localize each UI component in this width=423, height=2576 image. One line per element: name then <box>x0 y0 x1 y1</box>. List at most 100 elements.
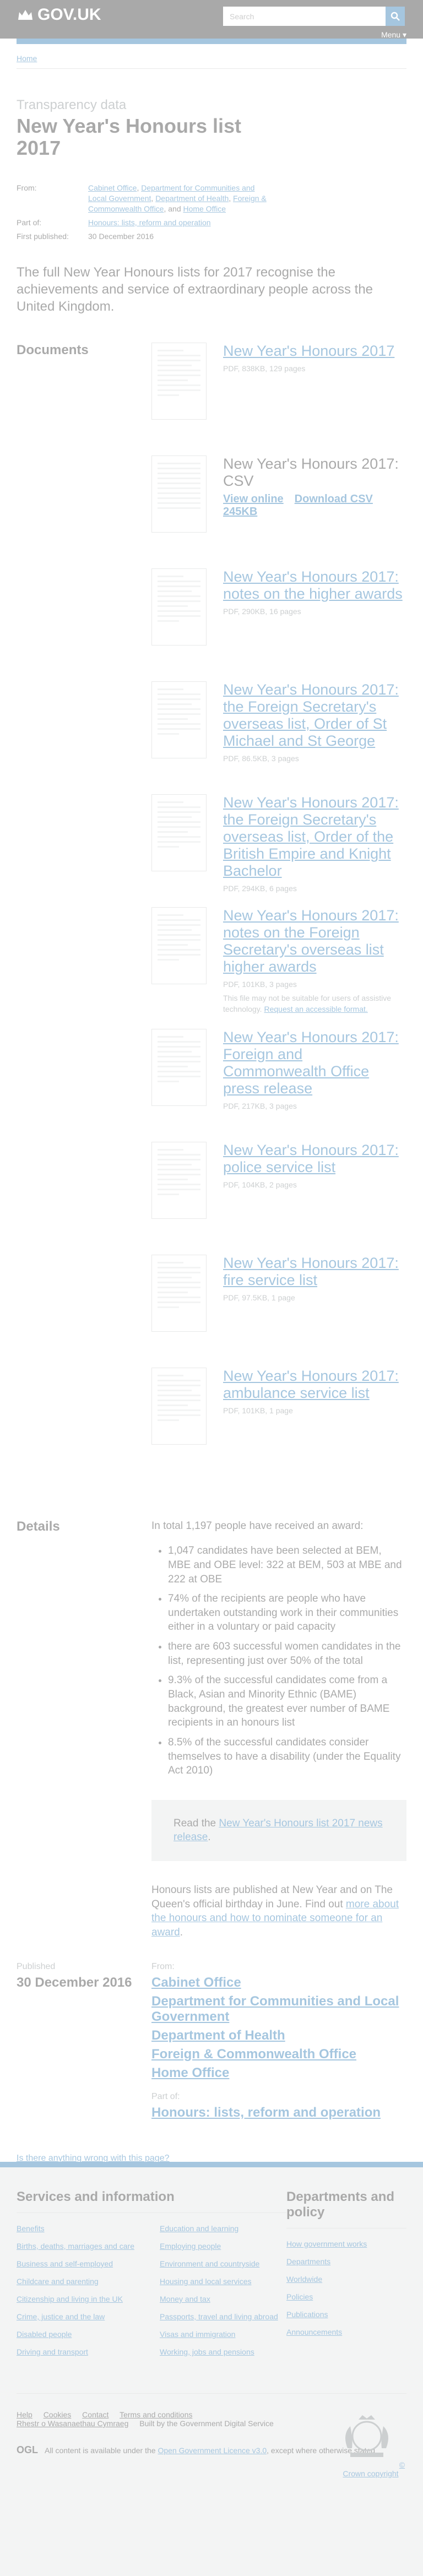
meta-from-orgs: Cabinet Office, Department for Communiti… <box>88 183 267 213</box>
footer-link[interactable]: Driving and transport <box>17 2347 143 2356</box>
footer-link[interactable]: Citizenship and living in the UK <box>17 2295 143 2303</box>
document-title-link[interactable]: New Year's Honours 2017: Foreign and Com… <box>223 1029 406 1097</box>
document-title: New Year's Honours 2017: CSV <box>223 455 399 490</box>
callout-prefix: Read the <box>173 1817 216 1829</box>
list-item: 1,047 candidates have been selected at B… <box>168 1544 406 1586</box>
footer-link[interactable]: Education and learning <box>160 2224 286 2233</box>
org-link[interactable]: Department of Health <box>155 194 229 203</box>
search-button[interactable] <box>386 7 405 26</box>
org-link[interactable]: Department of Health <box>151 2028 406 2043</box>
document-item: New Year's Honours 2017: the Foreign Sec… <box>151 794 406 893</box>
meta-partof-label: Part of: <box>17 218 42 227</box>
breadcrumb-home[interactable]: Home <box>17 54 37 63</box>
royal-arms-icon <box>345 2415 388 2457</box>
search-input[interactable] <box>223 7 386 26</box>
org-link[interactable]: Home Office <box>183 204 226 213</box>
org-link[interactable]: Department for Communities and Local Gov… <box>151 1994 406 2025</box>
footer-link[interactable]: Announcements <box>286 2328 406 2336</box>
footer-link[interactable]: Benefits <box>17 2224 143 2233</box>
meta-partof: Part of: Honours: lists, reform and oper… <box>17 218 406 228</box>
departments-column: Departments and policy How government wo… <box>286 2189 406 2356</box>
govuk-logo[interactable]: GOV.UK <box>17 6 101 24</box>
document-meta: PDF, 101KB, 1 page <box>223 1406 293 1415</box>
footer-link[interactable]: How government works <box>286 2239 406 2248</box>
footer-link[interactable]: Working, jobs and pensions <box>160 2347 286 2356</box>
document-thumbnail[interactable] <box>151 1028 207 1106</box>
document-thumbnail[interactable] <box>151 681 207 759</box>
footer-link[interactable]: Business and self-employed <box>17 2259 143 2268</box>
details-intro: In total 1,197 people have received an a… <box>151 1520 364 1532</box>
document-title-link[interactable]: New Year's Honours 2017 <box>223 343 406 360</box>
crown-copyright-link[interactable]: © Crown copyright <box>343 2460 405 2478</box>
footer-support-link[interactable]: Contact <box>82 2410 109 2419</box>
footer-link[interactable]: Employing people <box>160 2242 286 2250</box>
view-online-link[interactable]: View online <box>223 493 284 505</box>
meta-partof-link[interactable]: Honours: lists, reform and operation <box>88 218 270 228</box>
published-label: Published <box>17 1961 56 1971</box>
document-thumbnail[interactable] <box>151 794 207 872</box>
download-csv-label: Download CSV <box>294 493 373 506</box>
document-meta: PDF, 101KB, 3 pages <box>223 980 297 989</box>
meta-from: From: Cabinet Office, Department for Com… <box>17 183 406 214</box>
document-thumbnail[interactable] <box>151 455 207 533</box>
document-title-link[interactable]: New Year's Honours 2017: notes on the hi… <box>223 568 406 603</box>
footer-link[interactable]: Publications <box>286 2310 406 2319</box>
details-list: 1,047 candidates have been selected at B… <box>168 1544 406 1778</box>
document-item: New Year's Honours 2017: the Foreign Sec… <box>151 681 406 780</box>
document-info: New Year's Honours 2017: police service … <box>223 1142 406 1241</box>
list-item: there are 603 successful women candidate… <box>168 1640 406 1668</box>
footer-support-link[interactable]: Terms and conditions <box>120 2410 192 2419</box>
footer-support-link[interactable]: Cookies <box>44 2410 72 2419</box>
footer-link[interactable]: Environment and countryside <box>160 2259 286 2268</box>
document-info: New Year's Honours 2017: notes on the Fo… <box>223 907 406 1015</box>
document-thumbnail[interactable] <box>151 568 207 646</box>
published-date: 30 December 2016 <box>17 1975 132 1990</box>
document-thumbnail[interactable] <box>151 343 207 420</box>
footer-link[interactable]: Births, deaths, marriages and care <box>17 2242 143 2250</box>
footer-link[interactable]: Departments <box>286 2257 406 2266</box>
document-info: New Year's Honours 2017: Foreign and Com… <box>223 1029 406 1128</box>
org-link[interactable]: Cabinet Office <box>88 183 137 192</box>
document-thumbnail[interactable] <box>151 907 207 985</box>
footer-link[interactable]: Housing and local services <box>160 2277 286 2286</box>
menu-toggle[interactable]: Menu ▾ <box>381 30 406 40</box>
footer-link[interactable]: Disabled people <box>17 2330 143 2339</box>
org-link[interactable]: Cabinet Office <box>151 1975 406 1991</box>
document-title-link[interactable]: New Year's Honours 2017: police service … <box>223 1142 406 1176</box>
partof-label: Part of: <box>151 2091 180 2101</box>
footer-support-text: Built by the Government Digital Service <box>139 2419 274 2428</box>
document-thumbnail[interactable] <box>151 1367 207 1445</box>
document-meta: PDF, 290KB, 16 pages <box>223 607 301 616</box>
org-link[interactable]: Foreign & Commonwealth Office <box>151 2047 406 2062</box>
document-title-link[interactable]: New Year's Honours 2017: the Foreign Sec… <box>223 794 406 880</box>
document-meta: PDF, 294KB, 6 pages <box>223 884 297 893</box>
footer-support-link[interactable]: Help <box>17 2410 32 2419</box>
from-label: From: <box>151 1961 175 1971</box>
footer-link[interactable]: Worldwide <box>286 2275 406 2284</box>
document-title-link[interactable]: New Year's Honours 2017: notes on the Fo… <box>223 907 406 975</box>
footer-link[interactable]: Childcare and parenting <box>17 2277 143 2286</box>
request-accessible-format-link[interactable]: Request an accessible format. <box>264 1005 367 1013</box>
partof-link[interactable]: Honours: lists, reform and operation <box>151 2105 406 2121</box>
footer-link[interactable]: Passports, travel and living abroad <box>160 2312 286 2321</box>
document-thumbnail[interactable] <box>151 1254 207 1332</box>
crown-copyright: © Crown copyright <box>335 2410 406 2478</box>
org-link[interactable]: Home Office <box>151 2065 406 2081</box>
footer-link[interactable]: Visas and immigration <box>160 2330 286 2339</box>
accessibility-warning: This file may not be suitable for users … <box>223 993 406 1015</box>
footer-link[interactable]: Policies <box>286 2292 406 2301</box>
document-item: New Year's Honours 2017: ambulance servi… <box>151 1367 406 1467</box>
footer-columns: Services and information Benefits Educat… <box>17 2189 406 2356</box>
site-header: GOV.UK Menu ▾ <box>0 0 423 39</box>
footer-support-link[interactable]: Rhestr o Wasanaethau Cymraeg <box>17 2419 128 2428</box>
licence-link[interactable]: Open Government Licence v3.0 <box>158 2446 267 2455</box>
document-item: New Year's Honours 2017: Foreign and Com… <box>151 1028 406 1128</box>
list-item: 9.3% of the successful candidates come f… <box>168 1673 406 1730</box>
document-title-link[interactable]: New Year's Honours 2017: ambulance servi… <box>223 1368 406 1402</box>
document-thumbnail[interactable] <box>151 1141 207 1219</box>
document-title-link[interactable]: New Year's Honours 2017: fire service li… <box>223 1255 406 1289</box>
footer-link[interactable]: Crime, justice and the law <box>17 2312 143 2321</box>
footer-link[interactable]: Money and tax <box>160 2295 286 2303</box>
document-meta: PDF, 86.5KB, 3 pages <box>223 754 299 763</box>
document-title-link[interactable]: New Year's Honours 2017: the Foreign Sec… <box>223 681 406 750</box>
